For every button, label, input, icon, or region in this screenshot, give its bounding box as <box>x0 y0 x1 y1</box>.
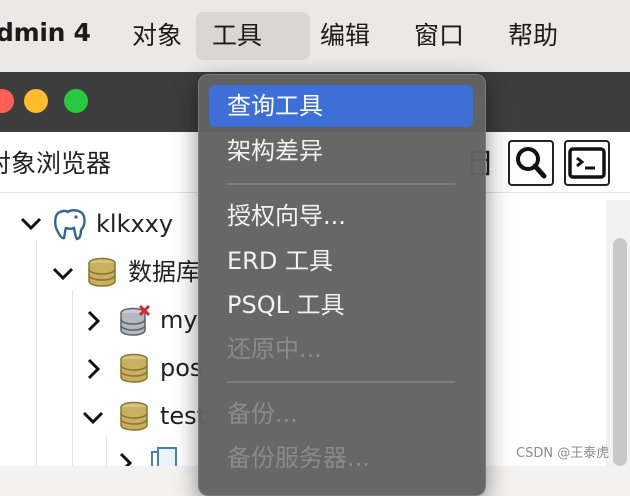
tree-node-label: my <box>160 306 198 334</box>
minimize-window-button[interactable] <box>24 89 48 113</box>
search-icon <box>508 140 554 186</box>
menu-item-grant-wizard[interactable]: 授权向导... <box>209 195 473 237</box>
database-disconnected-icon <box>120 304 151 336</box>
psql-terminal-button[interactable] <box>564 140 610 186</box>
tree-node-server[interactable]: klkxxy <box>0 204 200 244</box>
chevron-right-icon <box>87 358 101 380</box>
database-icon <box>88 257 116 287</box>
chevron-down-icon <box>52 267 74 281</box>
tree-node-label: pos <box>160 354 203 382</box>
zoom-window-button[interactable] <box>64 89 88 113</box>
chevron-down-icon <box>82 411 104 425</box>
database-icon <box>120 353 148 383</box>
object-browser-title: 对象浏览器 <box>0 149 112 178</box>
chevron-right-icon <box>119 452 133 466</box>
menu-window[interactable]: 窗口 <box>398 12 480 60</box>
tree-node-databases[interactable]: 数据库 <box>0 252 200 292</box>
chevron-right-icon <box>87 310 101 332</box>
postgres-elephant-icon <box>54 209 86 241</box>
menu-item-backup-server: 备份服务器... <box>227 444 370 472</box>
schema-icon <box>151 447 177 466</box>
menu-tools[interactable]: 工具 <box>196 12 310 60</box>
menu-separator <box>227 183 455 185</box>
app-name[interactable]: dmin 4 <box>0 18 91 47</box>
search-button[interactable] <box>508 140 554 186</box>
menu-edit[interactable]: 编辑 <box>304 12 386 60</box>
tree-node-label: klkxxy <box>96 210 174 238</box>
tree-node-database[interactable]: pos <box>0 348 203 388</box>
menu-separator <box>227 381 455 383</box>
menu-object[interactable]: 对象 <box>116 12 198 60</box>
menu-item-erd-tool[interactable]: ERD 工具 <box>209 240 473 282</box>
tree-node-label: 数据库 <box>128 258 200 286</box>
tree-node-schema[interactable] <box>0 440 200 466</box>
tree-node-database[interactable]: my <box>0 300 200 340</box>
tools-dropdown-menu: 查询工具 架构差异 授权向导... ERD 工具 PSQL 工具 还原中... … <box>198 74 486 496</box>
database-icon <box>120 401 148 431</box>
chevron-down-icon <box>20 217 42 231</box>
menu-item-query-tool[interactable]: 查询工具 <box>209 85 473 127</box>
menu-item-backup: 备份... <box>227 400 298 428</box>
tree-scrollbar-thumb[interactable] <box>613 238 627 466</box>
menu-item-psql-tool[interactable]: PSQL 工具 <box>209 284 473 326</box>
terminal-icon <box>564 140 610 186</box>
menu-item-schema-diff[interactable]: 架构差异 <box>209 130 473 172</box>
menu-item-restore: 还原中... <box>227 335 322 363</box>
system-menu-bar: dmin 4 对象 工具 编辑 窗口 帮助 <box>0 0 630 72</box>
tree-node-database[interactable]: test <box>0 396 206 436</box>
menu-help[interactable]: 帮助 <box>492 12 574 60</box>
watermark: CSDN @王泰虎 <box>516 446 610 461</box>
